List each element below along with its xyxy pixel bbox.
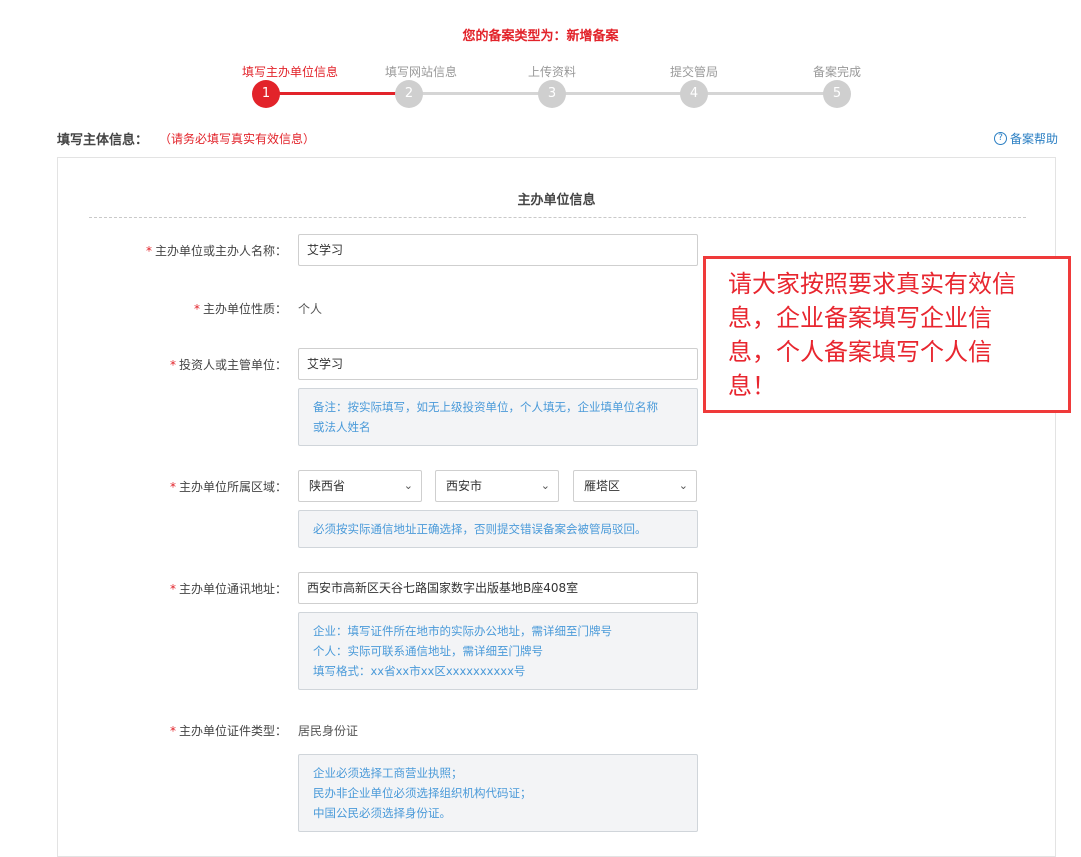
filing-type-title: 您的备案类型为：新增备案 [462,29,619,44]
step-circle-5: 5 [823,80,851,108]
step-circle-2: 2 [395,80,423,108]
step-circle-4: 4 [680,80,708,108]
callout-annotation: 请大家按照要求真实有效信 息，企业备案填写企业信 息，个人备案填写个人信 息！ [703,256,1071,413]
org-nature-value: 个人 [298,302,323,316]
step-connector [266,92,409,95]
district-select[interactable]: 雁塔区 ⌄ [573,470,697,502]
province-select[interactable]: 陕西省 ⌄ [298,470,422,502]
id-type-note: 企业必须选择工商营业执照； 民办非企业单位必须选择组织机构代码证； 中国公民必须… [298,754,698,832]
section-warning: （请务必填写真实有效信息） [159,132,316,146]
step-label-3: 上传资料 [527,65,576,79]
panel-title: 主办单位信息 [517,193,596,208]
section-title: 填写主体信息： [57,133,149,148]
investor-label: * 投资人或主管单位： [169,358,287,372]
question-circle-icon: ? [994,132,1007,145]
org-name-input[interactable]: 艾学习 [298,234,698,266]
city-select[interactable]: 西安市 ⌄ [435,470,559,502]
address-note: 企业：填写证件所在地市的实际办公地址，需详细至门牌号 个人：实际可联系通信地址，… [298,612,698,690]
step-connector [409,92,837,95]
step-circle-3: 3 [538,80,566,108]
address-label: * 主办单位通讯地址： [169,582,287,596]
org-nature-label: * 主办单位性质： [193,302,287,316]
required-mark: * [145,244,152,258]
step-circle-1: 1 [252,80,280,108]
step-label-1: 填写主办单位信息 [241,65,338,79]
org-name-label: * 主办单位或主办人名称： [145,244,287,258]
required-mark: * [169,480,176,494]
id-type-value: 居民身份证 [298,724,359,738]
divider [89,217,1026,218]
required-mark: * [169,358,176,372]
address-input[interactable]: 西安市高新区天谷七路国家数字出版基地B座408室 [298,572,698,604]
required-mark: * [193,302,200,316]
filing-help-label: 备案帮助 [1010,132,1059,146]
required-mark: * [169,724,176,738]
required-mark: * [169,582,176,596]
investor-note: 备注：按实际填写，如无上级投资单位，个人填无，企业填单位名称 或法人姓名 [298,388,698,446]
region-note: 必须按实际通信地址正确选择，否则提交错误备案会被管局驳回。 [298,510,698,548]
chevron-down-icon: ⌄ [403,479,413,492]
filing-help-link[interactable]: ? 备案帮助 [994,130,1058,147]
chevron-down-icon: ⌄ [540,479,550,492]
id-type-label: * 主办单位证件类型： [169,724,287,738]
region-label: * 主办单位所属区域： [169,480,287,494]
step-label-4: 提交管局 [669,65,718,79]
step-label-5: 备案完成 [812,65,861,79]
chevron-down-icon: ⌄ [678,479,688,492]
step-label-2: 填写网站信息 [384,65,457,79]
investor-input[interactable]: 艾学习 [298,348,698,380]
